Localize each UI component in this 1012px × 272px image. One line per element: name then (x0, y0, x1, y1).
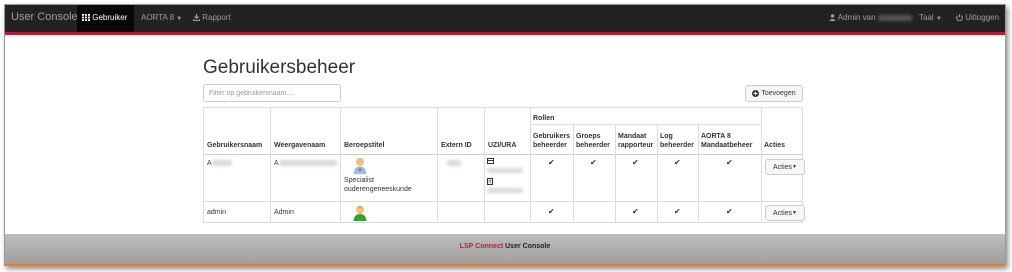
footer-accent-line (5, 264, 1005, 265)
users-table: Gebruikersnaam Weergavenaam Beroepstitel… (203, 107, 805, 223)
column-header-role-log-admin[interactable]: Log beheerder (660, 132, 694, 150)
footer-brand-console: User Console (505, 243, 551, 250)
cell-username: admin (207, 209, 227, 216)
column-header-role-aorta-mandate[interactable]: AORTA 8 Mandaatbeheer (701, 132, 752, 150)
cell-display-name: A (274, 159, 337, 168)
admin-menu[interactable]: Admin van (829, 13, 912, 22)
caret-down-icon: ▼ (792, 210, 797, 216)
filter-username-input[interactable] (203, 84, 341, 102)
footer-brand-lsp: LSP Connect (459, 243, 504, 250)
column-header-extern-id[interactable]: Extern ID (441, 141, 472, 150)
nav-item-gebruiker[interactable]: Gebruiker (77, 5, 134, 32)
column-header-actions: Acties (764, 142, 786, 149)
column-header-role-mandate-reporter[interactable]: Mandaat rapporteur (618, 132, 653, 150)
add-user-button[interactable]: Toevoegen (745, 85, 803, 102)
caret-down-icon: ▼ (176, 16, 183, 22)
role-check-icon: ✔ (632, 207, 639, 216)
actions-dropdown-button[interactable]: Acties ▼ (765, 205, 805, 221)
building-icon (487, 178, 493, 185)
browser-window: User Console Gebruiker AORTA 8 ▼ Rapport (4, 4, 1006, 266)
redacted-extern-id (447, 160, 461, 166)
column-header-display-name[interactable]: Weergavenaam (274, 141, 325, 150)
download-icon (193, 14, 200, 21)
nav-item-label: Gebruiker (92, 13, 128, 22)
column-header-role-user-admin[interactable]: Gebruikers beheerder (533, 132, 570, 150)
column-header-role-group-admin[interactable]: Groeps beheerder (576, 132, 610, 150)
role-check-icon: ✔ (548, 158, 555, 167)
role-check-icon: ✔ (674, 158, 681, 167)
redacted-uzi (487, 168, 523, 173)
logout-label: Uitloggen (965, 13, 1000, 22)
caret-down-icon: ▼ (935, 16, 942, 22)
card-icon (487, 158, 494, 164)
cell-display-name: Admin (274, 209, 294, 216)
column-group-roles: Rollen (533, 115, 555, 122)
role-check-icon: ✔ (548, 207, 555, 216)
plus-circle-icon (752, 90, 760, 97)
redacted-ura (487, 188, 523, 193)
column-header-username[interactable]: Gebruikersnaam (207, 141, 262, 150)
footer-brand: LSP Connect User Console (5, 243, 1005, 250)
role-check-icon: ✔ (726, 207, 733, 216)
column-header-uzi-ura[interactable]: UZI/URA (488, 141, 516, 150)
redacted-organization (877, 14, 912, 21)
grid-icon (82, 14, 90, 21)
admin-label: Admin van (837, 13, 876, 22)
redacted-text (211, 160, 232, 167)
role-check-icon: ✔ (590, 158, 597, 167)
navbar-accent-bar (5, 32, 1005, 35)
role-check-icon: ✔ (632, 158, 639, 167)
role-check-icon: ✔ (674, 207, 681, 216)
nav-item-label: Rapport (202, 13, 231, 22)
add-button-label: Toevoegen (761, 90, 796, 97)
nav-item-aorta[interactable]: AORTA 8 ▼ (141, 13, 182, 22)
nav-item-rapport[interactable]: Rapport (193, 13, 231, 22)
language-label: Taal (919, 13, 934, 22)
power-icon (956, 14, 963, 22)
cell-profession-line2: ouderengeneeskunde (344, 186, 412, 193)
cell-username: A (207, 159, 232, 168)
logout-link[interactable]: Uitloggen (956, 13, 999, 22)
column-header-profession[interactable]: Beroepstitel (344, 141, 384, 150)
actions-dropdown-button[interactable]: Acties ▼ (765, 159, 805, 175)
caret-down-icon: ▼ (792, 164, 797, 170)
language-menu[interactable]: Taal ▼ (919, 13, 942, 22)
role-check-icon: ✔ (726, 158, 733, 167)
user-icon (829, 14, 836, 21)
admin-user-icon (353, 206, 367, 221)
medical-user-icon (353, 158, 367, 174)
app-brand[interactable]: User Console (11, 11, 78, 23)
redacted-text (278, 160, 337, 167)
cell-profession-line1: Specialist (344, 177, 374, 184)
nav-item-label: AORTA 8 (141, 13, 175, 22)
page-title: Gebruikersbeheer (203, 57, 356, 78)
top-navbar: User Console Gebruiker AORTA 8 ▼ Rapport (5, 5, 1005, 32)
